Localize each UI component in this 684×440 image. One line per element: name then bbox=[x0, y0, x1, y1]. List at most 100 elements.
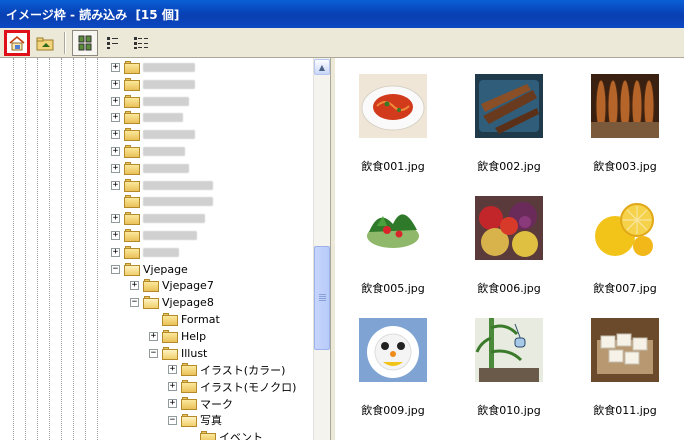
thumbnail-item[interactable]: 飲食001.jpg bbox=[335, 58, 451, 180]
large-icons-view-icon bbox=[78, 35, 92, 50]
tree-node[interactable]: Format bbox=[149, 311, 220, 328]
tree-scrollbar[interactable]: ▲ bbox=[313, 58, 330, 440]
folder-icon bbox=[143, 296, 159, 310]
tree-node-label: Format bbox=[181, 313, 220, 326]
tree-guide-line bbox=[73, 58, 74, 440]
tree-node[interactable]: + bbox=[111, 59, 195, 76]
thumbnail-caption: 飲食003.jpg bbox=[593, 160, 657, 173]
expand-icon[interactable]: + bbox=[111, 163, 120, 173]
details-view-button[interactable] bbox=[128, 30, 154, 56]
collapse-icon[interactable]: − bbox=[111, 264, 120, 274]
thumbnail-item[interactable]: 飲食003.jpg bbox=[567, 58, 683, 180]
folder-tree[interactable]: ▲ + + + + + + + + + + + − Vjepage + Vjepage7− Vjepage8 F… bbox=[0, 58, 331, 440]
collapse-icon[interactable]: − bbox=[149, 348, 158, 358]
tree-node[interactable]: + bbox=[111, 109, 183, 126]
tree-node[interactable]: + bbox=[111, 126, 195, 143]
details-view-icon bbox=[134, 36, 148, 49]
expand-icon[interactable]: + bbox=[168, 365, 177, 375]
expand-icon[interactable]: + bbox=[111, 180, 120, 190]
expand-icon[interactable]: + bbox=[111, 63, 120, 72]
thumbnail-item[interactable]: 飲食006.jpg bbox=[451, 180, 567, 302]
expand-icon[interactable]: + bbox=[130, 281, 139, 291]
thumbnail-caption: 飲食011.jpg bbox=[593, 404, 657, 417]
tree-node[interactable]: + bbox=[111, 160, 189, 177]
tree-node-label: マーク bbox=[200, 397, 233, 411]
thumbnail-item[interactable]: 飲食002.jpg bbox=[451, 58, 567, 180]
list-view-button[interactable] bbox=[100, 30, 126, 56]
tree-node[interactable]: + イラスト(モノクロ) bbox=[168, 378, 296, 395]
tree-node[interactable]: + bbox=[111, 93, 189, 110]
thumbnail-caption: 飲食007.jpg bbox=[593, 282, 657, 295]
tree-node[interactable]: + bbox=[111, 76, 195, 93]
folder-icon bbox=[162, 329, 178, 343]
folder-icon bbox=[124, 61, 140, 74]
folder-icon bbox=[124, 77, 140, 91]
thumbnail-item[interactable]: 飲食007.jpg bbox=[567, 180, 683, 302]
expand-icon[interactable]: + bbox=[111, 113, 120, 123]
tree-node[interactable]: + bbox=[111, 227, 197, 244]
chevron-up-icon: ▲ bbox=[318, 62, 326, 72]
fruit-photo bbox=[475, 196, 543, 260]
thumbnail-item[interactable]: 飲食005.jpg bbox=[335, 180, 451, 302]
thumbnail-gallery[interactable]: 飲食001.jpg 飲食002.jpg 飲食003.jpg 飲食005.jpg 飲食00… bbox=[335, 58, 684, 440]
thumbnail-item[interactable]: 飲食009.jpg bbox=[335, 302, 451, 424]
tree-node[interactable]: − 写真 bbox=[168, 412, 222, 429]
tree-node-label: 写真 bbox=[200, 414, 222, 428]
expand-icon[interactable]: + bbox=[111, 231, 120, 240]
folder-icon bbox=[124, 262, 140, 276]
redacted-label bbox=[143, 130, 195, 140]
tree-node[interactable]: + bbox=[111, 177, 213, 194]
list-view-icon bbox=[107, 36, 118, 49]
tree-node[interactable]: + Help bbox=[149, 328, 206, 345]
grip-icon bbox=[319, 294, 326, 301]
tree-node[interactable] bbox=[111, 193, 213, 210]
folder-icon bbox=[124, 229, 140, 242]
thumbnail-item[interactable]: 飲食011.jpg bbox=[567, 302, 683, 424]
expand-icon[interactable]: + bbox=[168, 399, 177, 408]
folder-icon bbox=[124, 245, 140, 259]
tree-node[interactable]: + bbox=[111, 244, 179, 261]
tree-node[interactable]: + bbox=[111, 143, 185, 160]
expand-icon[interactable]: + bbox=[111, 247, 120, 257]
folder-icon bbox=[124, 161, 140, 175]
redacted-label bbox=[143, 147, 185, 156]
toolbar bbox=[0, 28, 684, 58]
expand-icon[interactable]: + bbox=[111, 214, 120, 224]
home-button[interactable] bbox=[4, 29, 30, 56]
redacted-label bbox=[143, 79, 195, 89]
folder-icon bbox=[124, 212, 140, 226]
tree-guide-line bbox=[37, 58, 38, 440]
rice-cakes-photo bbox=[591, 318, 659, 382]
folder-icon bbox=[200, 430, 216, 440]
folder-icon bbox=[124, 128, 140, 142]
tree-node[interactable]: + イラスト(カラー) bbox=[168, 361, 285, 378]
tree-node[interactable]: イベント bbox=[187, 429, 263, 440]
tree-node[interactable]: + bbox=[111, 210, 205, 227]
scroll-up-button[interactable]: ▲ bbox=[314, 59, 330, 75]
expand-icon[interactable]: + bbox=[111, 130, 120, 140]
folder-up-button[interactable] bbox=[32, 30, 58, 56]
tree-node[interactable]: + Vjepage7 bbox=[130, 277, 214, 294]
expand-icon[interactable]: + bbox=[168, 382, 177, 392]
thumbnail-caption: 飲食002.jpg bbox=[477, 160, 541, 173]
folder-icon bbox=[124, 111, 140, 125]
expand-icon[interactable]: + bbox=[149, 331, 158, 341]
collapse-icon[interactable]: − bbox=[130, 298, 139, 308]
tree-node-label: Vjepage8 bbox=[162, 296, 214, 310]
expand-icon[interactable]: + bbox=[111, 79, 120, 89]
tree-node[interactable]: − Illust bbox=[149, 345, 207, 362]
tree-node[interactable]: + マーク bbox=[168, 395, 233, 412]
thumbnail-item[interactable]: 飲食010.jpg bbox=[451, 302, 567, 424]
thumbnail-caption: 飲食010.jpg bbox=[477, 404, 541, 417]
collapse-icon[interactable]: − bbox=[168, 415, 177, 425]
thumbnail-caption: 飲食006.jpg bbox=[477, 282, 541, 295]
scrollbar-thumb[interactable] bbox=[314, 246, 330, 350]
large-icons-view-button[interactable] bbox=[72, 29, 98, 56]
tree-node[interactable]: − Vjepage bbox=[111, 261, 188, 278]
expand-icon[interactable]: + bbox=[111, 147, 120, 156]
tree-node-label: イラスト(カラー) bbox=[200, 363, 286, 377]
tree-node[interactable]: − Vjepage8 bbox=[130, 294, 214, 311]
expand-icon[interactable]: + bbox=[111, 96, 120, 106]
